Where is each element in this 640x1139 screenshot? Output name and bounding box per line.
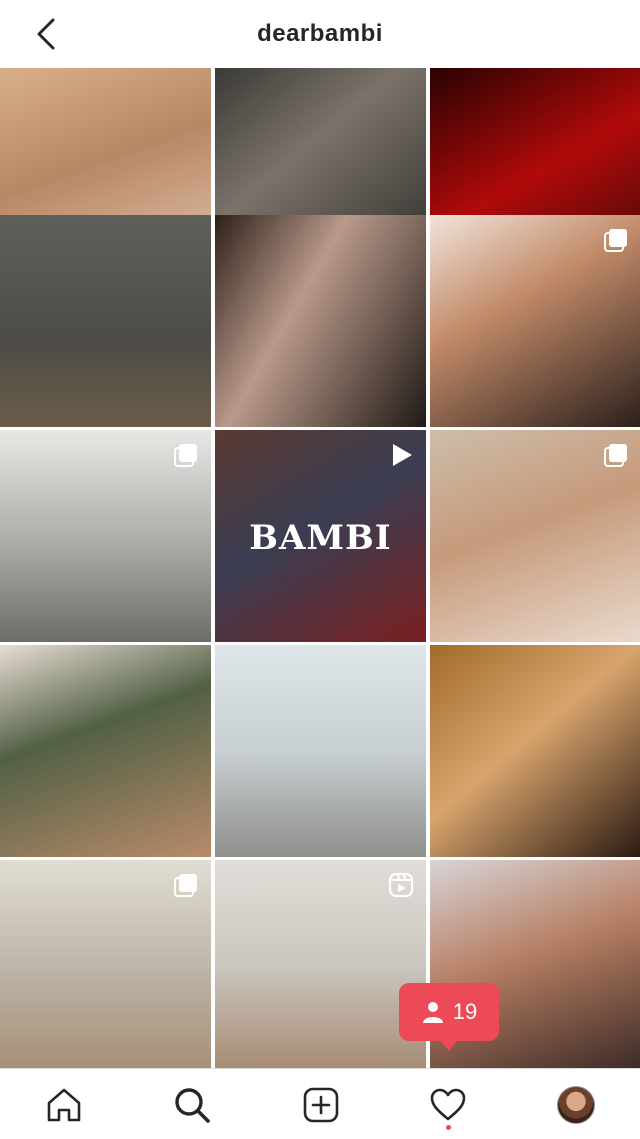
bottom-tab-bar (0, 1068, 640, 1139)
post-tile[interactable] (0, 215, 211, 427)
tab-home[interactable] (44, 1085, 84, 1125)
home-icon (47, 1088, 81, 1122)
top-bar: dearbambi (0, 0, 640, 68)
notification-count: 19 (452, 999, 478, 1024)
post-tile[interactable] (430, 430, 640, 642)
post-tile[interactable] (215, 860, 426, 1068)
video-overlay-text: BAMBI (249, 518, 392, 558)
play-icon (393, 444, 412, 466)
post-tile[interactable] (0, 430, 211, 642)
post-tile[interactable] (215, 215, 426, 427)
post-tile[interactable]: BAMBI (215, 430, 426, 642)
carousel-icon (604, 444, 627, 467)
tab-activity[interactable] (428, 1085, 468, 1125)
post-tile[interactable] (0, 860, 211, 1068)
avatar (557, 1086, 595, 1124)
reels-icon (388, 872, 414, 898)
new-followers-notification[interactable]: 19 (399, 983, 499, 1051)
tab-profile[interactable] (556, 1085, 596, 1125)
person-icon (422, 1002, 443, 1023)
chevron-left-icon (37, 18, 55, 50)
profile-username-title: dearbambi (257, 20, 383, 47)
carousel-icon (174, 444, 197, 467)
search-icon (175, 1088, 210, 1123)
plus-square-icon (303, 1087, 339, 1123)
post-tile[interactable] (215, 645, 426, 857)
tab-search[interactable] (172, 1085, 212, 1125)
carousel-icon (604, 229, 627, 252)
posts-grid: BAMBI (0, 68, 640, 1068)
carousel-icon (174, 874, 197, 897)
post-tile[interactable] (430, 215, 640, 427)
post-tile[interactable] (430, 645, 640, 857)
tab-create[interactable] (301, 1085, 341, 1125)
heart-icon (430, 1088, 466, 1121)
activity-notification-dot (446, 1125, 451, 1130)
back-button[interactable] (28, 16, 64, 52)
post-tile[interactable] (0, 645, 211, 857)
